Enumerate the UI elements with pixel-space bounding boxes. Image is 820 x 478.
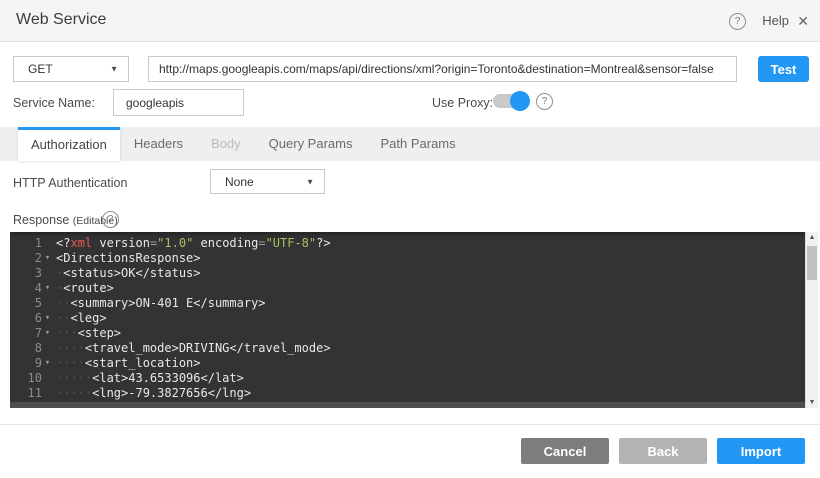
indent-dots: ·· [56, 296, 70, 310]
code-line: 3 ·<status>OK</status> [10, 266, 805, 281]
line-number: 11 [10, 386, 42, 401]
line-number: 1 [10, 236, 42, 251]
line-number: 5 [10, 296, 42, 311]
response-code-editor[interactable]: 1<?xml version="1.0" encoding="UTF-8"?>2… [10, 232, 818, 408]
code-line: 6▾··<leg> [10, 311, 805, 326]
web-service-dialog: Web Service ? Help ✕ GET ▼ Test Service … [0, 0, 820, 478]
tab-path-params[interactable]: Path Params [366, 127, 469, 161]
code-text: ···<step> [56, 326, 121, 340]
line-number: 6 [10, 311, 42, 326]
test-button[interactable]: Test [758, 56, 809, 82]
code-line: 4▾·<route> [10, 281, 805, 296]
help-icon[interactable]: ? [729, 13, 746, 30]
tab-headers[interactable]: Headers [120, 127, 197, 161]
line-number: 4 [10, 281, 42, 296]
code-line: 2▾<DirectionsResponse> [10, 251, 805, 266]
line-number: 9 [10, 356, 42, 371]
indent-dots: ····· [56, 371, 92, 385]
code-line: 1 <?xml version="1.0" encoding="UTF-8"?> [10, 236, 805, 251]
tab-body: Body [197, 127, 255, 161]
code-text: <?xml version="1.0" encoding="UTF-8"?> [56, 236, 331, 250]
chevron-down-icon: ▼ [306, 177, 314, 186]
code-text: ··<leg> [56, 311, 107, 325]
chevron-down-icon: ▼ [110, 65, 118, 74]
line-number: 8 [10, 341, 42, 356]
code-text: ·<route> [56, 281, 114, 295]
code-line: 7▾···<step> [10, 326, 805, 341]
scrollbar-thumb[interactable] [807, 246, 817, 280]
code-text: ··<summary>ON-401 E</summary> [56, 296, 266, 310]
code-line: 8 ····<travel_mode>DRIVING</travel_mode> [10, 341, 805, 356]
cancel-button[interactable]: Cancel [521, 438, 609, 464]
line-number: 3 [10, 266, 42, 281]
page-title: Web Service [16, 11, 106, 29]
indent-dots: ···· [56, 356, 85, 370]
close-icon[interactable]: ✕ [795, 11, 811, 32]
indent-dots: ·· [56, 311, 70, 325]
use-proxy-toggle[interactable] [493, 94, 527, 108]
proxy-help-icon[interactable]: ? [536, 93, 553, 110]
indent-dots: ····· [56, 386, 92, 400]
code-text: ·<status>OK</status> [56, 266, 201, 280]
method-select[interactable]: GET ▼ [13, 56, 129, 82]
fold-arrow-icon[interactable]: ▾ [42, 311, 53, 326]
fold-arrow-icon[interactable]: ▾ [42, 251, 53, 266]
horizontal-scrollbar[interactable] [10, 402, 805, 408]
tab-query-params[interactable]: Query Params [255, 127, 367, 161]
import-button[interactable]: Import [717, 438, 805, 464]
service-name-label: Service Name: [13, 96, 95, 110]
scroll-down-icon[interactable]: ▼ [806, 399, 818, 406]
tab-bar: Authorization Headers Body Query Params … [0, 127, 820, 161]
indent-dots: ··· [56, 326, 78, 340]
code-text: <DirectionsResponse> [56, 251, 201, 265]
line-number: 2 [10, 251, 42, 266]
toggle-knob [510, 91, 530, 111]
code-editor-lines: 1<?xml version="1.0" encoding="UTF-8"?>2… [10, 236, 805, 408]
code-line: 5 ··<summary>ON-401 E</summary> [10, 296, 805, 311]
http-auth-select[interactable]: None ▼ [210, 169, 325, 194]
line-number: 10 [10, 371, 42, 386]
footer-divider [0, 424, 820, 425]
indent-dots: ···· [56, 341, 85, 355]
method-select-value: GET [28, 62, 53, 76]
vertical-scrollbar[interactable]: ▲ ▼ [805, 232, 818, 408]
use-proxy-label: Use Proxy: [432, 96, 493, 110]
code-line: 9▾····<start_location> [10, 356, 805, 371]
code-line: 11 ·····<lng>-79.3827656</lng> [10, 386, 805, 401]
code-text: ·····<lng>-79.3827656</lng> [56, 386, 251, 400]
back-button[interactable]: Back [619, 438, 707, 464]
line-number: 7 [10, 326, 42, 341]
url-input[interactable] [148, 56, 737, 82]
http-auth-select-value: None [225, 175, 254, 189]
code-text: ····<start_location> [56, 356, 201, 370]
fold-arrow-icon[interactable]: ▾ [42, 356, 53, 371]
code-text: ····<travel_mode>DRIVING</travel_mode> [56, 341, 331, 355]
tab-authorization[interactable]: Authorization [18, 127, 120, 161]
help-link[interactable]: Help [762, 13, 789, 28]
code-line: 10 ·····<lat>43.6533096</lat> [10, 371, 805, 386]
fold-arrow-icon[interactable]: ▾ [42, 326, 53, 341]
service-name-input[interactable] [113, 89, 244, 116]
response-help-icon[interactable]: ? [102, 211, 119, 228]
scroll-up-icon[interactable]: ▲ [806, 234, 818, 241]
http-auth-label: HTTP Authentication [13, 176, 127, 190]
code-text: ·····<lat>43.6533096</lat> [56, 371, 244, 385]
fold-arrow-icon[interactable]: ▾ [42, 281, 53, 296]
dialog-header: Web Service ? Help ✕ [0, 0, 820, 42]
